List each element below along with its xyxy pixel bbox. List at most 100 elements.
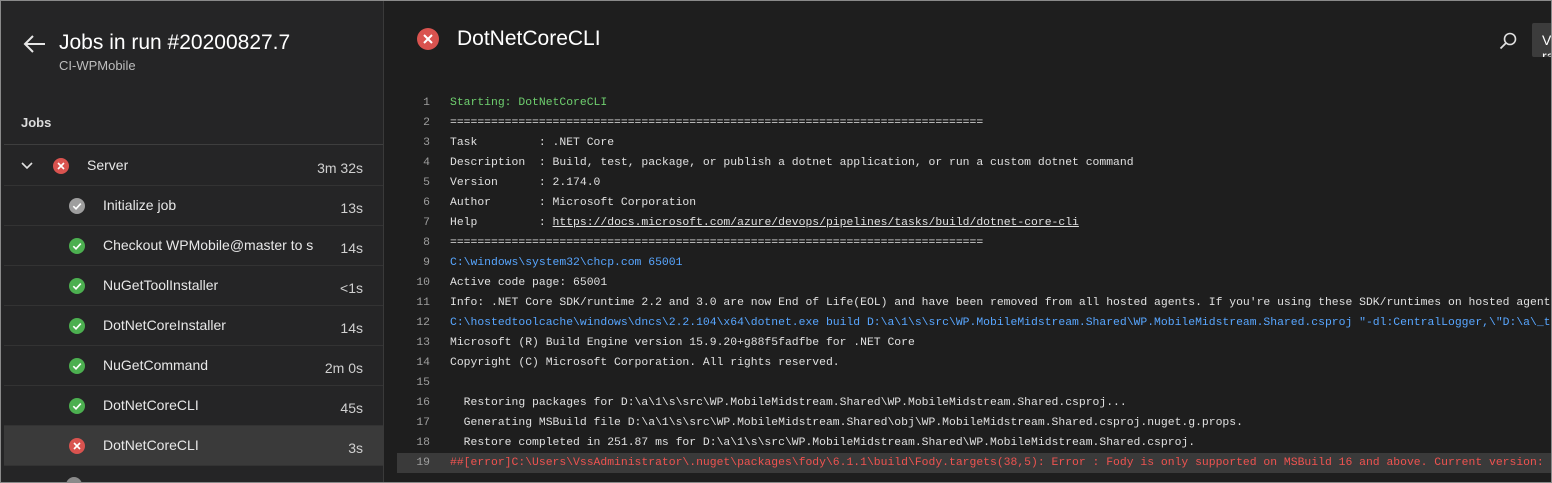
log-line: 17 Generating MSBuild file D:\a\1\s\src\…	[397, 413, 1551, 433]
log-line: 12 C:\hostedtoolcache\windows\dncs\2.2.10…	[397, 313, 1551, 333]
log-text: C:\hostedtoolcache\windows\dncs\2.2.104\…	[450, 313, 1551, 333]
job-step-duration: <1s	[340, 280, 363, 296]
job-step-row[interactable]: NuGetToolInstaller <1s	[4, 266, 383, 306]
failed-status-icon	[417, 28, 439, 50]
log-text-content: Copyright (C) Microsoft Corporation. All…	[450, 357, 840, 369]
job-step-row[interactable]: Checkout WPMobile@master to s 14s	[4, 226, 383, 266]
job-step-row[interactable]: DotNetCoreCLI 45s	[4, 386, 383, 426]
log-text-content: Description : Build, test, package, or p…	[450, 157, 1134, 169]
log-text-content: Task : .NET Core	[450, 137, 615, 149]
line-number: 5	[423, 177, 430, 189]
line-number: 11	[416, 297, 430, 309]
log-text: C:\windows\system32\chcp.com 65001	[450, 253, 682, 273]
log-text-content: Restore completed in 251.87 ms for D:\a\…	[450, 437, 1196, 449]
success-status-icon	[69, 318, 85, 334]
neutral-status-icon	[69, 198, 85, 214]
divider	[4, 144, 383, 145]
step-title: DotNetCoreCLI	[457, 27, 601, 50]
job-step-duration: 2m 0s	[324, 360, 363, 376]
log-text-content: ##[error]C:\Users\VssAdministrator\.nuge…	[450, 457, 1551, 469]
run-title: Jobs in run #20200827.7	[59, 31, 291, 54]
log-text-content: ========================================…	[450, 117, 984, 129]
log-text-content: Version : 2.174.0	[450, 177, 601, 189]
log-line: 3 Task : .NET Core	[397, 133, 1551, 153]
log-text: Starting: DotNetCoreCLI	[450, 93, 607, 113]
jobs-section-label: Jobs	[21, 115, 52, 130]
log-output: 1 Starting: DotNetCoreCLI 2 ===============…	[397, 93, 1551, 473]
pipeline-log-window: Jobs in run #20200827.7 CI-WPMobile Jobs…	[0, 0, 1552, 483]
line-number: 13	[416, 337, 430, 349]
line-number: 4	[423, 157, 430, 169]
line-number: 2	[423, 117, 430, 129]
job-step-name: DotNetCoreCLI	[103, 437, 199, 453]
line-number: 12	[416, 317, 430, 329]
job-step-row[interactable]: Initialize job 13s	[4, 186, 383, 226]
back-arrow-icon[interactable]	[20, 32, 48, 56]
log-text-content: Starting: DotNetCoreCLI	[450, 97, 608, 109]
line-number: 14	[416, 357, 430, 369]
pending-status-icon	[66, 477, 82, 482]
log-text: ========================================…	[450, 113, 983, 133]
success-status-icon	[69, 278, 85, 294]
log-text: Author : Microsoft Corporation	[450, 193, 696, 213]
log-text: Task : .NET Core	[450, 133, 614, 153]
job-step-name: NuGetToolInstaller	[103, 277, 219, 293]
job-group-server[interactable]: Server 3m 32s	[4, 146, 383, 186]
job-step-name: NuGetCommand	[103, 357, 209, 373]
job-list: Server 3m 32s Initialize job 13s Checkou…	[4, 146, 383, 466]
log-text: Microsoft (R) Build Engine version 15.9.…	[450, 333, 915, 353]
log-line-error: 19 ##[error]C:\Users\VssAdministrator\.nu…	[397, 453, 1551, 473]
log-line: 16 Restoring packages for D:\a\1\s\src\W…	[397, 393, 1551, 413]
job-step-duration: 14s	[340, 320, 363, 336]
job-step-name: DotNetCoreCLI	[103, 397, 199, 413]
jobs-sidebar: Jobs in run #20200827.7 CI-WPMobile Jobs…	[1, 1, 384, 482]
job-step-duration: 13s	[340, 200, 363, 216]
success-status-icon	[69, 238, 85, 254]
success-status-icon	[69, 398, 85, 414]
job-step-row-selected[interactable]: DotNetCoreCLI 3s	[4, 426, 383, 466]
job-group-name: Server	[87, 157, 129, 173]
log-line: 7 Help : https://docs.microsoft.com/azure…	[397, 213, 1551, 233]
log-text: Description : Build, test, package, or p…	[450, 153, 1134, 173]
log-line: 5 Version : 2.174.0	[397, 173, 1551, 193]
log-text-content: C:\hostedtoolcache\windows\dncs\2.2.104\…	[450, 317, 1551, 329]
log-line: 1 Starting: DotNetCoreCLI	[397, 93, 1551, 113]
line-number: 8	[423, 237, 430, 249]
sidebar-header: Jobs in run #20200827.7 CI-WPMobile	[1, 1, 383, 96]
search-icon[interactable]	[1498, 31, 1518, 51]
log-line: 18 Restore completed in 251.87 ms for D:…	[397, 433, 1551, 453]
view-raw-log-button[interactable]: View raw log	[1532, 23, 1551, 57]
log-text: ========================================…	[450, 233, 983, 253]
log-text-content: Author : Microsoft Corporation	[450, 197, 697, 209]
log-text-content: C:\windows\system32\chcp.com 65001	[450, 257, 683, 269]
log-text-content: ========================================…	[450, 237, 984, 249]
line-number: 1	[423, 97, 430, 109]
log-text-content: Restoring packages for D:\a\1\s\src\WP.M…	[450, 397, 1127, 409]
log-line: 11 Info: .NET Core SDK/runtime 2.2 and 3.…	[397, 293, 1551, 313]
log-text: Version : 2.174.0	[450, 173, 600, 193]
job-step-name: Initialize job	[103, 197, 177, 213]
log-text: Help : https://docs.microsoft.com/azure/…	[450, 213, 1079, 233]
log-text-content: Info: .NET Core SDK/runtime 2.2 and 3.0 …	[450, 297, 1551, 309]
log-line: 2 =======================================…	[397, 113, 1551, 133]
job-step-row[interactable]: DotNetCoreInstaller 14s	[4, 306, 383, 346]
line-number: 6	[423, 197, 430, 209]
chevron-down-icon[interactable]	[20, 159, 34, 173]
help-link[interactable]: https://docs.microsoft.com/azure/devops/…	[553, 217, 1079, 229]
log-text-content: Generating MSBuild file D:\a\1\s\src\WP.…	[450, 417, 1243, 429]
job-step-duration: 3s	[348, 440, 363, 456]
log-panel: DotNetCoreCLI View raw log 1 Starting: Do…	[384, 1, 1551, 482]
log-text: ##[error]C:\Users\VssAdministrator\.nuge…	[450, 453, 1551, 473]
line-number: 7	[423, 217, 430, 229]
log-line: 10 Active code page: 65001	[397, 273, 1551, 293]
log-line: 9 C:\windows\system32\chcp.com 65001	[397, 253, 1551, 273]
pipeline-name: CI-WPMobile	[59, 58, 136, 73]
log-line: 4 Description : Build, test, package, or …	[397, 153, 1551, 173]
line-number: 17	[416, 417, 430, 429]
line-number: 10	[416, 277, 430, 289]
log-text-content: Active code page: 65001	[450, 277, 608, 289]
failed-status-icon	[69, 438, 85, 454]
job-step-name: Checkout WPMobile@master to s	[103, 237, 314, 253]
job-step-row[interactable]: NuGetCommand 2m 0s	[4, 346, 383, 386]
job-group-duration: 3m 32s	[317, 160, 363, 176]
